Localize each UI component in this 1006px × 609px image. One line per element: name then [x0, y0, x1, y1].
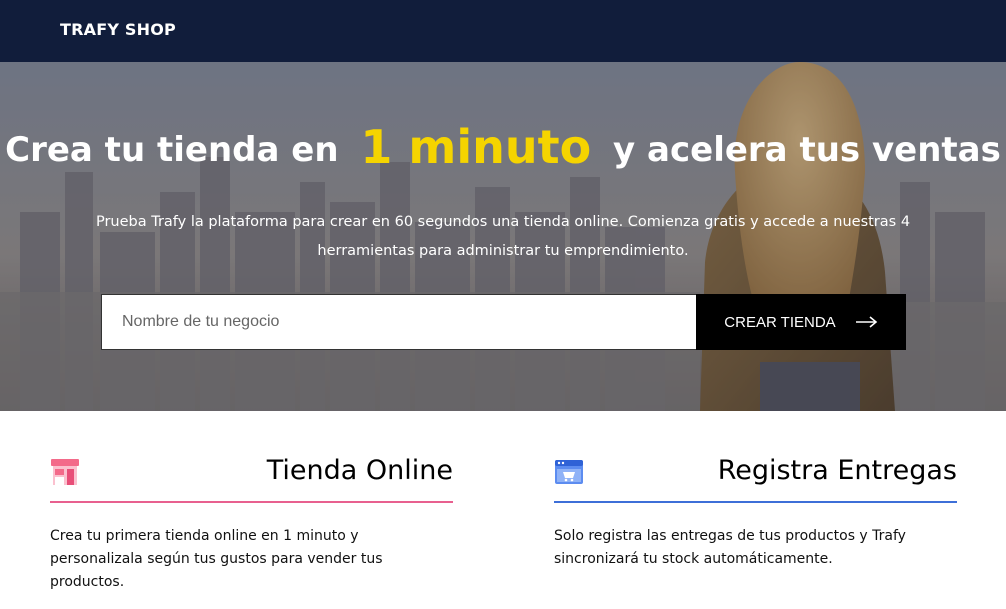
business-name-input[interactable] — [101, 294, 697, 350]
headline-text-start: Crea tu tienda en — [5, 130, 339, 170]
create-store-label: CREAR TIENDA — [724, 313, 836, 331]
feature-description: Crea tu primera tienda online en 1 minut… — [50, 528, 383, 590]
hero-subtitle: Prueba Trafy la plataforma para crear en… — [95, 214, 911, 259]
feature-description: Solo registra las entregas de tus produc… — [554, 528, 906, 567]
hero-section: Crea tu tienda en 1 minuto y acelera tus… — [0, 62, 1006, 411]
feature-title: Registra Entregas — [717, 455, 957, 486]
feature-divider — [554, 501, 957, 503]
feature-divider — [50, 501, 453, 503]
browser-cart-icon — [555, 460, 583, 484]
storefront-icon — [51, 459, 79, 485]
top-navbar: TRAFY SHOP — [0, 0, 1006, 62]
brand-logo[interactable]: TRAFY SHOP — [60, 20, 176, 39]
headline-text-end: y acelera tus ventas — [613, 130, 1001, 170]
create-store-button[interactable]: CREAR TIENDA — [696, 294, 906, 350]
headline-accent: 1 minuto — [360, 120, 592, 174]
feature-title: Tienda Online — [266, 455, 453, 486]
arrow-right-icon — [855, 316, 877, 328]
hero-headline: Crea tu tienda en 1 minuto y acelera tus… — [0, 120, 1006, 174]
